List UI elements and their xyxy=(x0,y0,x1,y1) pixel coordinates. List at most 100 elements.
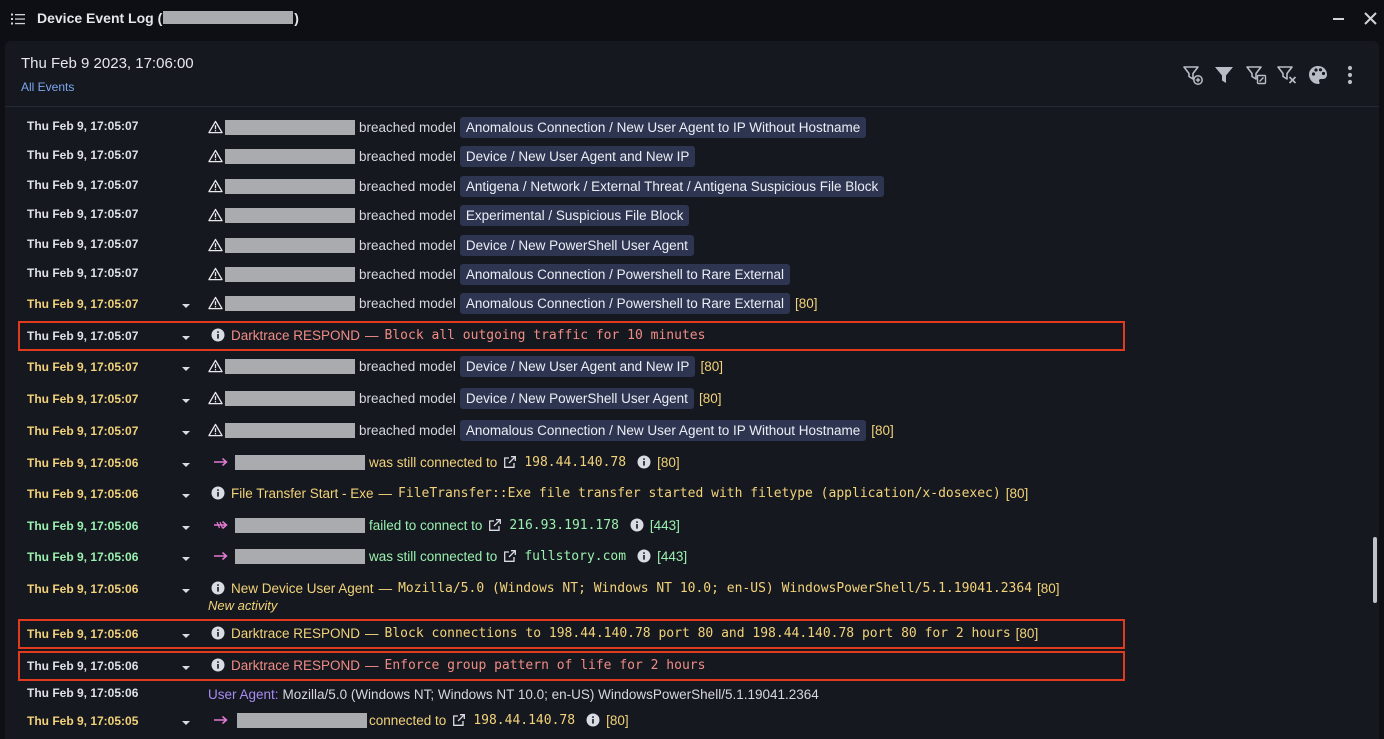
event-row[interactable]: Thu Feb 9, 17:05:07 breached model Device… xyxy=(10,233,1120,257)
model-tag[interactable]: Anomalous Connection / Powershell to Rar… xyxy=(459,263,790,285)
event-row[interactable]: Thu Feb 9, 17:05:06 File Transfer Start … xyxy=(10,481,1120,505)
chevron-down-icon[interactable] xyxy=(180,632,192,640)
event-row[interactable]: Thu Feb 9, 17:05:07 breached model Device… xyxy=(10,386,1120,410)
warning-icon xyxy=(208,179,223,193)
warning-icon xyxy=(208,267,223,281)
close-icon[interactable] xyxy=(1360,8,1382,30)
chevron-down-icon[interactable] xyxy=(180,555,192,563)
port-suffix: [80] xyxy=(871,422,894,438)
warning-icon xyxy=(208,238,223,252)
filter-icon[interactable] xyxy=(1213,64,1235,86)
event-row[interactable]: Thu Feb 9, 17:05:07 breached model Antige… xyxy=(10,174,1120,198)
event-row[interactable]: Thu Feb 9, 17:05:06 failed to connect to… xyxy=(10,513,1120,537)
chevron-down-icon[interactable] xyxy=(180,719,192,727)
chevron-down-icon[interactable] xyxy=(180,524,192,532)
event-timestamp: Thu Feb 9, 17:05:07 xyxy=(27,424,139,438)
more-vertical-icon[interactable] xyxy=(1339,64,1361,86)
chevron-down-icon[interactable] xyxy=(180,365,192,373)
external-link-icon[interactable] xyxy=(488,518,502,532)
redacted-device-name xyxy=(225,390,355,406)
chevron-down-icon[interactable] xyxy=(180,429,192,437)
event-timestamp: Thu Feb 9, 17:05:07 xyxy=(27,178,139,192)
external-link-icon[interactable] xyxy=(503,455,517,469)
filter-add-icon[interactable] xyxy=(1182,64,1204,86)
palette-icon[interactable] xyxy=(1307,64,1329,86)
chevron-down-icon[interactable] xyxy=(180,334,192,342)
external-link-icon[interactable] xyxy=(503,549,517,563)
event-row[interactable]: Thu Feb 9, 17:05:07 Darktrace RESPOND — Bl… xyxy=(10,323,1120,347)
event-row[interactable]: Thu Feb 9, 17:05:06 was still connected … xyxy=(10,544,1120,568)
failed-connection-icon xyxy=(213,520,229,530)
event-timestamp: Thu Feb 9, 17:05:07 xyxy=(27,329,139,343)
info-icon[interactable] xyxy=(586,713,600,727)
event-row[interactable]: Thu Feb 9, 17:05:07 breached model Experi… xyxy=(10,203,1120,227)
redacted-device-name xyxy=(225,119,355,135)
chevron-down-icon[interactable] xyxy=(180,664,192,672)
info-icon[interactable] xyxy=(637,455,651,469)
model-tag[interactable]: Device / New User Agent and New IP xyxy=(459,355,696,377)
all-events-link[interactable]: All Events xyxy=(21,80,74,94)
minimize-icon[interactable] xyxy=(1328,8,1350,30)
arrow-right-icon xyxy=(213,457,229,467)
event-row[interactable]: Thu Feb 9, 17:05:07 breached model Device… xyxy=(10,144,1120,168)
scrollbar-thumb[interactable] xyxy=(1373,537,1377,603)
event-row[interactable]: Thu Feb 9, 17:05:06 Darktrace RESPOND — En… xyxy=(10,653,1120,677)
event-row[interactable]: Thu Feb 9, 17:05:06 Darktrace RESPOND — Bl… xyxy=(10,621,1120,645)
external-link-icon[interactable] xyxy=(452,713,466,727)
model-tag[interactable]: Anomalous Connection / New User Agent to… xyxy=(459,419,867,441)
event-content: was still connected to 198.44.140.78 [80] xyxy=(208,450,680,474)
event-content: breached model Device / New PowerShell Us… xyxy=(208,386,721,410)
chevron-down-icon[interactable] xyxy=(180,587,192,595)
info-icon[interactable] xyxy=(630,518,644,532)
event-content: User Agent: Mozilla/5.0 (Windows NT; Wind… xyxy=(208,686,819,702)
redacted-device-name xyxy=(235,517,365,533)
event-content: breached model Device / New User Agent an… xyxy=(208,144,696,168)
event-row[interactable]: Thu Feb 9, 17:05:06 was still connected … xyxy=(10,450,1120,474)
event-row[interactable]: Thu Feb 9, 17:05:06 New Device User Agen… xyxy=(10,576,1120,600)
list-icon[interactable] xyxy=(10,11,26,27)
event-timestamp: Thu Feb 9, 17:05:07 xyxy=(27,207,139,221)
event-row[interactable]: Thu Feb 9, 17:05:07 breached model Anomal… xyxy=(10,418,1120,442)
chevron-down-icon[interactable] xyxy=(180,492,192,500)
warning-icon xyxy=(208,296,223,310)
redacted-device-name xyxy=(225,422,355,438)
connection-target[interactable]: 198.44.140.78 xyxy=(473,713,575,728)
filter-edit-icon[interactable] xyxy=(1245,64,1267,86)
connection-target[interactable]: fullstory.com xyxy=(524,549,626,564)
event-timestamp: Thu Feb 9, 17:05:06 xyxy=(27,487,139,501)
event-row[interactable]: Thu Feb 9, 17:05:06 User Agent: Mozilla/5… xyxy=(10,682,1120,706)
chevron-down-icon[interactable] xyxy=(180,397,192,405)
chevron-down-icon[interactable] xyxy=(180,461,192,469)
event-content: File Transfer Start - Exe — FileTransfer::… xyxy=(208,481,1028,505)
model-tag[interactable]: Device / New PowerShell User Agent xyxy=(459,234,694,256)
filter-remove-icon[interactable] xyxy=(1276,64,1298,86)
event-row[interactable]: Thu Feb 9, 17:05:07 breached model Device… xyxy=(10,354,1120,378)
model-tag[interactable]: Anomalous Connection / Powershell to Rar… xyxy=(459,292,790,314)
event-row[interactable]: Thu Feb 9, 17:05:07 breached model Anomal… xyxy=(10,262,1120,286)
warning-icon xyxy=(208,149,223,163)
event-timestamp: Thu Feb 9, 17:05:07 xyxy=(27,297,139,311)
port-suffix: [80] xyxy=(1037,580,1060,596)
info-icon xyxy=(211,328,225,342)
event-row[interactable]: Thu Feb 9, 17:05:05 connected to 198.44.1… xyxy=(10,708,1120,732)
port-suffix: [80] xyxy=(795,295,818,311)
port-suffix: [80] xyxy=(698,390,722,406)
chevron-down-icon[interactable] xyxy=(180,302,192,310)
connection-target[interactable]: 216.93.191.178 xyxy=(509,518,619,533)
model-tag[interactable]: Experimental / Suspicious File Block xyxy=(459,204,690,226)
window-titlebar: Device Event Log () xyxy=(0,0,1384,40)
event-row[interactable]: Thu Feb 9, 17:05:07 breached model Anomal… xyxy=(10,291,1120,315)
redacted-device-name xyxy=(237,712,367,728)
event-content: was still connected to fullstory.com [443] xyxy=(208,544,687,568)
event-row[interactable]: Thu Feb 9, 17:05:07 breached model Anomal… xyxy=(10,115,1120,139)
event-timestamp: Thu Feb 9, 17:05:06 xyxy=(27,627,139,641)
model-tag[interactable]: Device / New PowerShell User Agent xyxy=(459,387,694,409)
connection-target[interactable]: 198.44.140.78 xyxy=(524,455,626,470)
model-tag[interactable]: Device / New User Agent and New IP xyxy=(459,145,696,167)
model-tag[interactable]: Anomalous Connection / New User Agent to… xyxy=(459,116,867,138)
window-title: Device Event Log () xyxy=(37,10,299,26)
event-timestamp: Thu Feb 9, 17:05:06 xyxy=(27,550,139,564)
info-icon[interactable] xyxy=(637,549,651,563)
model-tag[interactable]: Antigena / Network / External Threat / A… xyxy=(459,175,885,197)
event-content: breached model Anomalous Connection / New… xyxy=(208,418,894,442)
